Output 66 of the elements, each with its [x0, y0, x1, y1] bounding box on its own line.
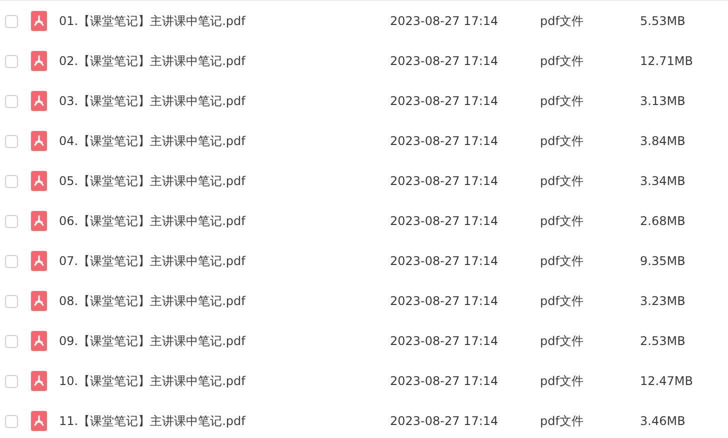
file-name[interactable]: 10.【课堂笔记】主讲课中笔记.pdf	[59, 372, 390, 390]
pdf-file-icon	[31, 91, 47, 111]
file-type: pdf文件	[540, 132, 584, 150]
file-name[interactable]: 07.【课堂笔记】主讲课中笔记.pdf	[59, 252, 390, 270]
file-type: pdf文件	[540, 372, 584, 390]
file-name[interactable]: 08.【课堂笔记】主讲课中笔记.pdf	[59, 292, 390, 310]
modified-date: 2023-08-27 17:14	[390, 254, 500, 268]
file-type: pdf文件	[540, 212, 584, 230]
pdf-file-icon	[31, 51, 47, 71]
checkbox[interactable]	[5, 14, 18, 28]
pdf-file-icon	[31, 331, 47, 351]
file-type: pdf文件	[540, 12, 584, 30]
pdf-file-icon	[31, 11, 47, 31]
modified-date: 2023-08-27 17:14	[390, 414, 500, 428]
file-type: pdf文件	[540, 252, 584, 270]
checkbox[interactable]	[5, 334, 18, 348]
checkbox[interactable]	[5, 214, 18, 228]
pdf-file-icon	[31, 291, 47, 311]
modified-date: 2023-08-27 17:14	[390, 374, 500, 388]
file-name[interactable]: 09.【课堂笔记】主讲课中笔记.pdf	[59, 332, 390, 350]
checkbox[interactable]	[5, 414, 18, 428]
modified-date: 2023-08-27 17:14	[390, 214, 500, 228]
file-name[interactable]: 01.【课堂笔记】主讲课中笔记.pdf	[59, 12, 390, 30]
file-name[interactable]: 03.【课堂笔记】主讲课中笔记.pdf	[59, 92, 390, 110]
file-type: pdf文件	[540, 332, 584, 350]
checkbox[interactable]	[5, 174, 18, 188]
checkbox[interactable]	[5, 94, 18, 108]
file-size: 12.71MB	[640, 54, 693, 68]
checkbox[interactable]	[5, 254, 18, 268]
modified-date: 2023-08-27 17:14	[390, 54, 500, 68]
file-type: pdf文件	[540, 92, 584, 110]
checkbox[interactable]	[5, 374, 18, 388]
file-type: pdf文件	[540, 412, 584, 430]
checkbox[interactable]	[5, 134, 18, 148]
file-name[interactable]: 11.【课堂笔记】主讲课中笔记.pdf	[59, 412, 390, 430]
file-size: 3.13MB	[640, 94, 686, 108]
file-size: 2.68MB	[640, 214, 686, 228]
file-size: 3.23MB	[640, 294, 686, 308]
file-size: 3.84MB	[640, 134, 686, 148]
pdf-file-icon	[31, 411, 47, 431]
file-name[interactable]: 05.【课堂笔记】主讲课中笔记.pdf	[59, 172, 390, 190]
pdf-file-icon	[31, 211, 47, 231]
modified-date: 2023-08-27 17:14	[390, 294, 500, 308]
checkbox[interactable]	[5, 294, 18, 308]
file-name[interactable]: 04.【课堂笔记】主讲课中笔记.pdf	[59, 132, 390, 150]
file-name[interactable]: 02.【课堂笔记】主讲课中笔记.pdf	[59, 52, 390, 70]
modified-date: 2023-08-27 17:14	[390, 14, 500, 28]
pdf-file-icon	[31, 251, 47, 271]
pdf-file-icon	[31, 171, 47, 191]
modified-date: 2023-08-27 17:14	[390, 134, 500, 148]
file-type: pdf文件	[540, 52, 584, 70]
file-size: 3.34MB	[640, 174, 686, 188]
pdf-file-icon	[31, 131, 47, 151]
checkbox[interactable]	[5, 54, 18, 68]
file-size: 5.53MB	[640, 14, 686, 28]
pdf-file-icon	[31, 371, 47, 391]
file-type: pdf文件	[540, 172, 584, 190]
file-size: 12.47MB	[640, 374, 693, 388]
file-size: 9.35MB	[640, 254, 686, 268]
modified-date: 2023-08-27 17:14	[390, 94, 500, 108]
modified-date: 2023-08-27 17:14	[390, 174, 500, 188]
file-name[interactable]: 06.【课堂笔记】主讲课中笔记.pdf	[59, 212, 390, 230]
file-type: pdf文件	[540, 292, 584, 310]
file-size: 3.46MB	[640, 414, 686, 428]
file-size: 2.53MB	[640, 334, 686, 348]
modified-date: 2023-08-27 17:14	[390, 334, 500, 348]
